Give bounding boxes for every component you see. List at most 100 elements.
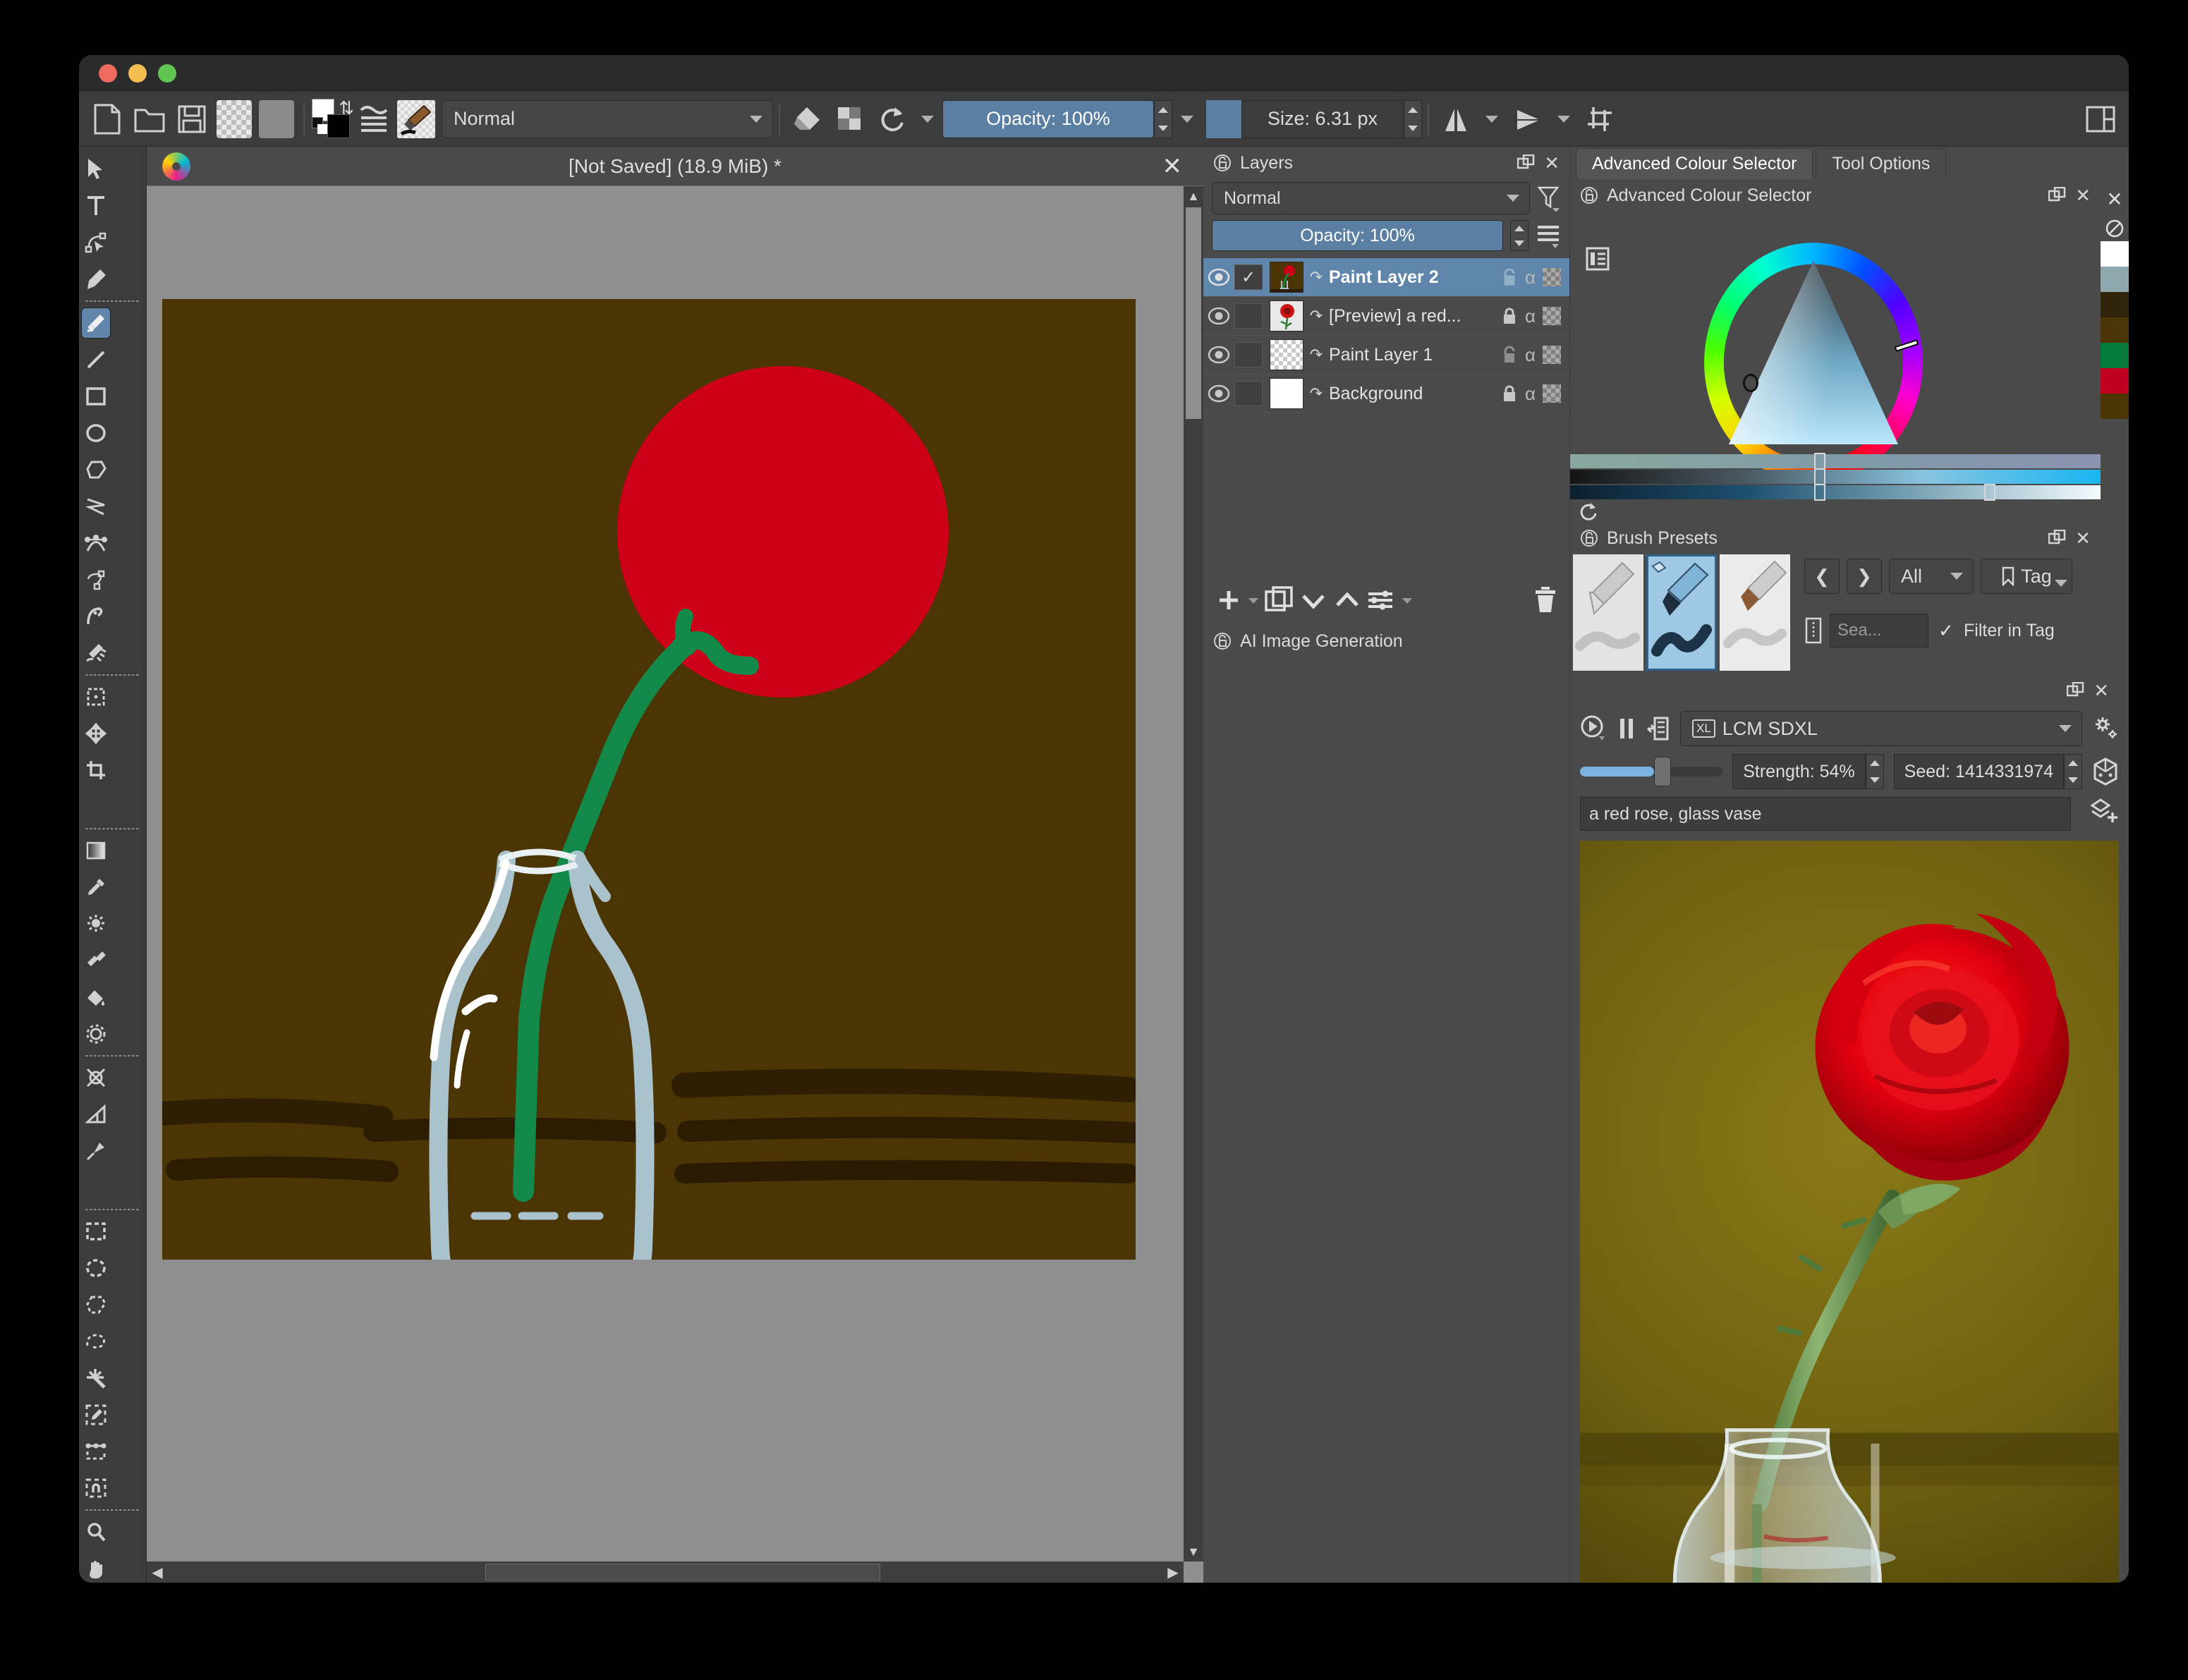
move-layer-down-icon[interactable] — [1298, 585, 1329, 615]
close-icon[interactable]: ✕ — [2075, 185, 2091, 207]
move-layer-up-icon[interactable] — [1332, 585, 1363, 615]
window-minimize-button[interactable] — [128, 64, 147, 83]
palette-swatch[interactable] — [2101, 317, 2129, 343]
close-icon[interactable]: ✕ — [1162, 154, 1183, 178]
lock-open-icon[interactable] — [1213, 632, 1232, 650]
contiguous-selection-tool[interactable] — [79, 1360, 113, 1396]
colour-triangle-cursor[interactable] — [1743, 374, 1758, 392]
close-icon[interactable]: ✕ — [1544, 152, 1560, 174]
scroll-up-icon[interactable]: ▲ — [1184, 186, 1203, 206]
freehand-brush-tool[interactable] — [79, 305, 113, 341]
brush-size-stepper[interactable] — [1404, 99, 1422, 138]
chevron-right-icon[interactable]: ❯ — [1847, 559, 1882, 594]
brush-size-value[interactable]: Size: 6.31 px — [1241, 99, 1404, 138]
layer-opacity-value[interactable]: Opacity: 100% — [1212, 220, 1503, 251]
layer-alpha-icon[interactable]: α — [1525, 305, 1536, 327]
zoom-tool[interactable] — [79, 1514, 113, 1550]
lock-closed-icon[interactable] — [1501, 307, 1518, 325]
colour-selector-body[interactable] — [1570, 212, 2101, 522]
horizontal-scroll-thumb[interactable] — [485, 1564, 880, 1581]
queue-icon[interactable] — [1646, 716, 1670, 741]
vertical-scroll-thumb[interactable] — [1186, 207, 1201, 419]
fill-tool[interactable] — [79, 979, 113, 1016]
color-picker-tool[interactable] — [79, 869, 113, 906]
rectangular-selection-tool[interactable] — [79, 1213, 113, 1250]
ai-model-selector[interactable]: XL LCM SDXL — [1680, 711, 2082, 746]
mirror-horizontal-icon[interactable] — [1435, 97, 1477, 141]
palette-swatch[interactable] — [2101, 241, 2129, 267]
chevron-down-icon[interactable] — [921, 115, 934, 123]
float-dock-icon[interactable] — [1517, 154, 1536, 171]
brush-preset-item[interactable] — [1720, 554, 1790, 671]
layer-visibility-icon[interactable] — [1203, 268, 1234, 286]
measure-tool[interactable] — [79, 1096, 113, 1133]
play-generate-icon[interactable] — [1580, 714, 1607, 743]
magnetic-selection-tool[interactable] — [79, 1470, 113, 1506]
layer-visibility-icon[interactable] — [1203, 384, 1234, 403]
preserve-alpha-icon[interactable] — [828, 97, 870, 141]
line-tool[interactable] — [79, 341, 113, 378]
ai-strength-slider[interactable] — [1580, 757, 1723, 786]
layer-blend-mode-selector[interactable]: Normal — [1212, 182, 1530, 214]
apply-layer-icon[interactable] — [2081, 797, 2129, 827]
opacity-control[interactable]: Opacity: 100% — [942, 99, 1172, 138]
bezier-selection-tool[interactable] — [79, 1433, 113, 1470]
close-icon[interactable]: ✕ — [2075, 528, 2091, 549]
layer-inherit-alpha-icon[interactable]: ↷ — [1303, 268, 1329, 286]
layer-inherit-alpha-icon[interactable]: ↷ — [1303, 346, 1329, 364]
palette-swatch[interactable] — [2101, 267, 2129, 292]
text-tool[interactable] — [79, 188, 113, 224]
layer-alpha-lock-icon[interactable] — [1543, 268, 1561, 286]
close-icon[interactable]: ✕ — [2101, 182, 2129, 216]
enclose-fill-tool[interactable] — [79, 1016, 113, 1052]
palette-strip[interactable]: ✕ — [2101, 147, 2129, 674]
layer-checkbox[interactable] — [1234, 381, 1263, 406]
scroll-right-icon[interactable]: ▶ — [1162, 1562, 1184, 1583]
search-input[interactable]: Sea... — [1830, 614, 1928, 647]
edit-shapes-tool[interactable] — [79, 224, 113, 261]
window-maximize-button[interactable] — [158, 64, 176, 83]
gradients-list-icon[interactable] — [353, 97, 395, 141]
reference-images-tool[interactable] — [79, 1133, 113, 1169]
multibrush-tool[interactable] — [79, 635, 113, 671]
palette-swatch[interactable] — [2101, 394, 2129, 419]
elliptical-selection-tool[interactable] — [79, 1250, 113, 1286]
duplicate-icon[interactable] — [1264, 585, 1295, 615]
palette-swatch[interactable] — [2101, 343, 2129, 368]
layer-opacity-stepper[interactable] — [1510, 220, 1528, 251]
lock-open-icon[interactable] — [1580, 529, 1598, 547]
palette-swatch[interactable] — [2101, 368, 2129, 394]
chevron-down-icon-2[interactable] — [1181, 115, 1193, 123]
float-dock-icon[interactable] — [2048, 187, 2067, 204]
filter-funnel-icon[interactable] — [1537, 185, 1561, 212]
pause-icon[interactable] — [1617, 716, 1636, 741]
canvas-vertical-scrollbar[interactable]: ▲ ▼ — [1184, 186, 1203, 1562]
polygonal-selection-tool[interactable] — [79, 1286, 113, 1323]
tab-advanced-colour-selector[interactable]: Advanced Colour Selector — [1576, 148, 1813, 179]
lock-closed-icon[interactable] — [1501, 384, 1518, 403]
plus-icon[interactable] — [1215, 586, 1243, 614]
layer-alpha-lock-icon[interactable] — [1543, 384, 1561, 403]
shade-bar-2[interactable] — [1570, 468, 2101, 485]
lock-open-icon[interactable] — [1213, 154, 1232, 172]
window-close-button[interactable] — [99, 64, 117, 83]
polygon-tool[interactable] — [79, 451, 113, 488]
gradient-swatch-icon[interactable] — [255, 97, 298, 141]
layer-visibility-icon[interactable] — [1203, 346, 1234, 364]
lock-open-icon[interactable] — [1580, 186, 1598, 205]
layer-inherit-alpha-icon[interactable]: ↷ — [1303, 307, 1329, 325]
assistant-tool[interactable] — [79, 1059, 113, 1096]
wrap-around-mode-icon[interactable] — [1579, 97, 1621, 141]
tab-tool-options[interactable]: Tool Options — [1816, 148, 1947, 179]
mirror-vertical-icon[interactable] — [1507, 97, 1549, 141]
resize-grip-icon[interactable] — [1804, 616, 1823, 645]
layer-visibility-icon[interactable] — [1203, 307, 1234, 325]
layer-inherit-alpha-icon[interactable]: ↷ — [1303, 384, 1329, 403]
crop-tool[interactable] — [79, 752, 113, 789]
freehand-selection-tool[interactable] — [79, 1323, 113, 1360]
layer-checkbox[interactable]: ✓ — [1234, 264, 1263, 290]
bezier-curve-tool[interactable] — [79, 525, 113, 561]
layer-alpha-icon[interactable]: α — [1525, 344, 1536, 366]
ai-seed-value[interactable]: Seed: 1414331974 — [1893, 754, 2064, 789]
reset-colors-icon[interactable] — [1579, 501, 1598, 521]
